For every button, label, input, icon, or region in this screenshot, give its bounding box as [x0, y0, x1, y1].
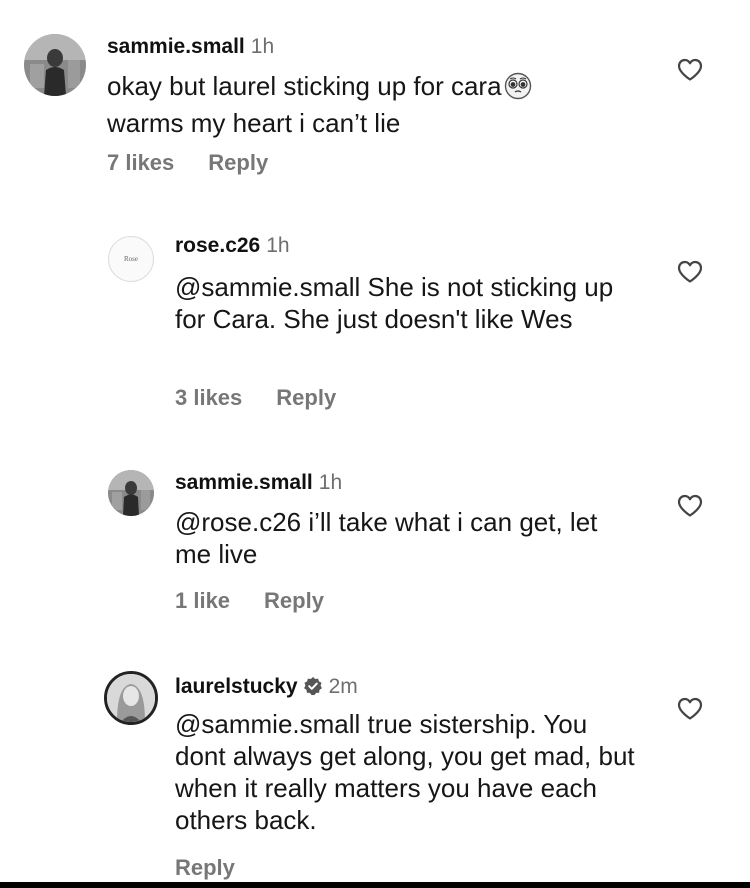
- timestamp: 1h: [318, 471, 343, 494]
- timestamp: 2m: [328, 675, 358, 698]
- username[interactable]: sammie.small: [107, 35, 245, 58]
- avatar[interactable]: [104, 671, 158, 725]
- comment-text: okay but laurel sticking up for cara war…: [107, 70, 627, 139]
- heart-outline-icon[interactable]: [677, 697, 703, 726]
- avatar[interactable]: Rose: [108, 236, 154, 282]
- bottom-divider: [0, 882, 750, 888]
- timestamp: 1h: [250, 35, 275, 58]
- comment-text: @rose.c26 i’ll take what i can get, let …: [175, 507, 598, 569]
- timestamp: 1h: [266, 234, 290, 257]
- avatar[interactable]: [108, 470, 154, 516]
- heart-outline-icon[interactable]: [677, 260, 703, 289]
- pleading-face-emoji-icon: [504, 72, 532, 107]
- comment-text-line-2: warms my heart i can’t lie: [107, 108, 401, 138]
- username[interactable]: laurelstucky: [175, 675, 298, 698]
- reply-button[interactable]: Reply: [208, 150, 268, 175]
- verified-badge-icon: [303, 676, 323, 703]
- likes-count[interactable]: 1 like: [175, 588, 230, 613]
- reply-button[interactable]: Reply: [264, 588, 324, 613]
- reply-button[interactable]: Reply: [276, 385, 336, 410]
- avatar-label: Rose: [124, 255, 138, 263]
- comment-text: @sammie.small true sistership. You dont …: [175, 709, 635, 835]
- heart-outline-icon[interactable]: [677, 494, 703, 523]
- reply-button[interactable]: Reply: [175, 855, 235, 880]
- likes-count[interactable]: 7 likes: [107, 150, 174, 175]
- comment-text-line-1: okay but laurel sticking up for cara: [107, 71, 502, 101]
- avatar[interactable]: [24, 34, 86, 96]
- heart-outline-icon[interactable]: [677, 58, 703, 87]
- username[interactable]: rose.c26: [175, 234, 260, 257]
- username[interactable]: sammie.small: [175, 471, 313, 494]
- likes-count[interactable]: 3 likes: [175, 385, 242, 410]
- comment-text: @sammie.small She is not sticking up for…: [175, 272, 614, 334]
